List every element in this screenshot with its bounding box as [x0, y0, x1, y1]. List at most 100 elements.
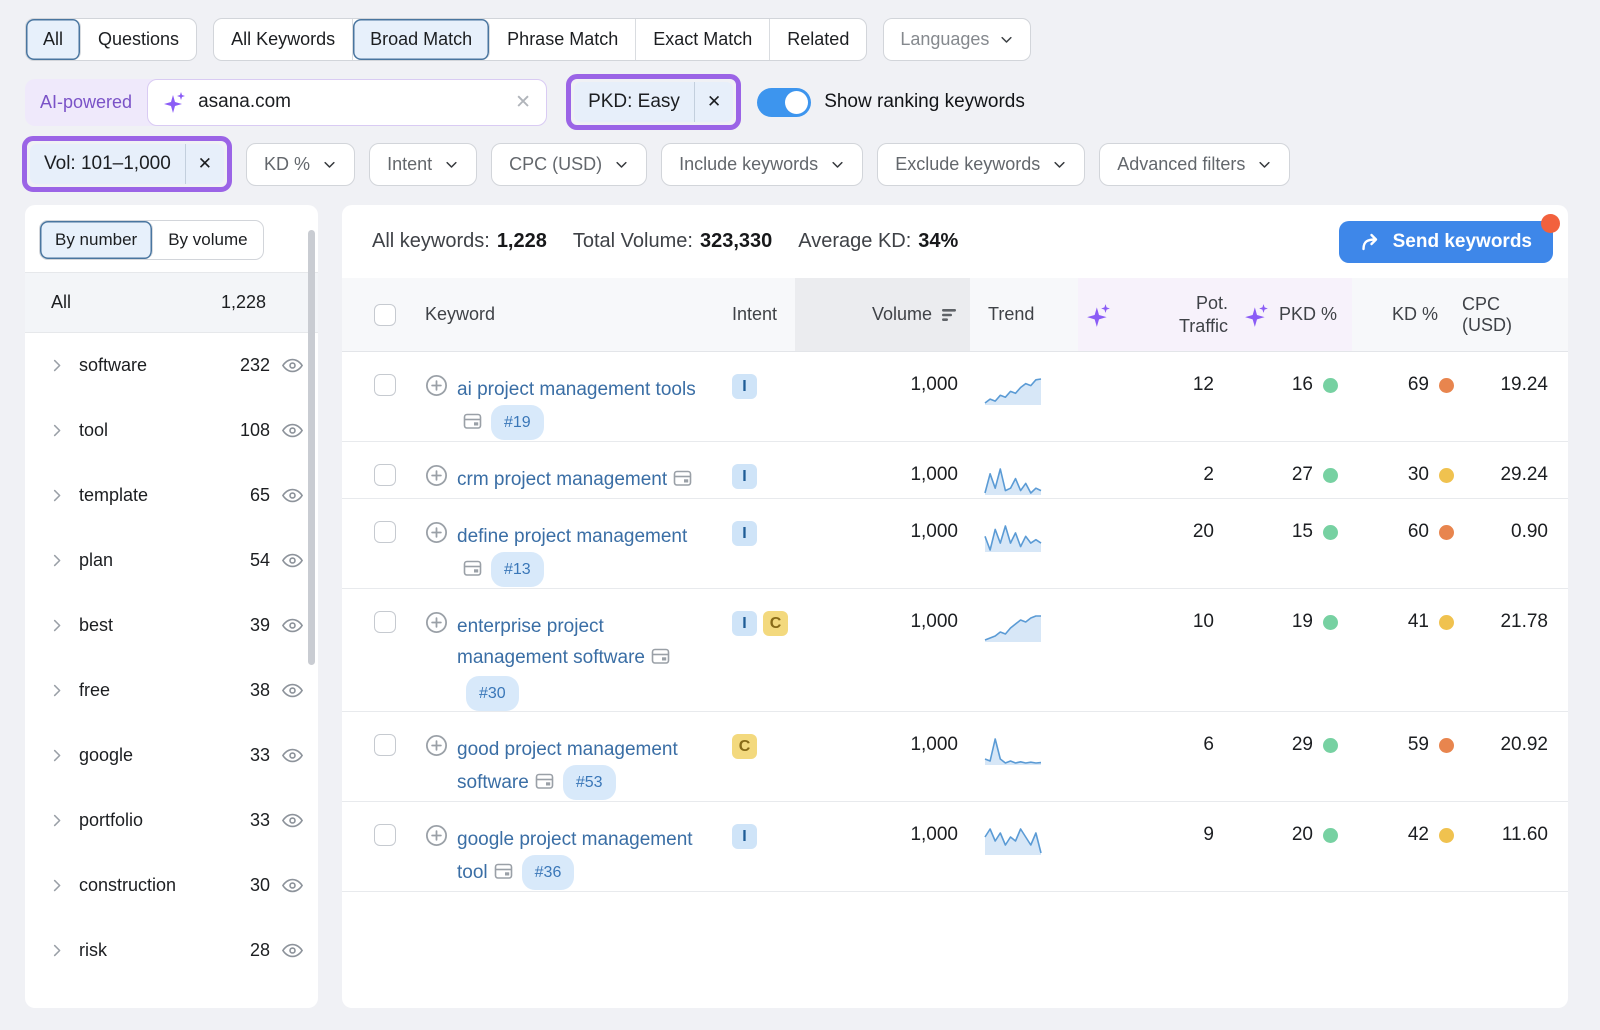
select-all-checkbox[interactable] [374, 304, 396, 326]
tab-all[interactable]: All [26, 19, 81, 60]
eye-icon[interactable] [281, 484, 304, 507]
group-row-software[interactable]: software232 [25, 333, 318, 398]
add-keyword-icon[interactable] [425, 734, 448, 762]
header-pkd[interactable]: PKD % [1240, 278, 1352, 351]
header-cpc[interactable]: CPC (USD) [1462, 278, 1568, 351]
keyword-link[interactable]: define project management [457, 526, 687, 547]
row-checkbox[interactable] [374, 824, 396, 846]
table-row: good project management software#53C1,00… [342, 712, 1568, 802]
cpc-cell: 21.78 [1462, 589, 1568, 633]
keyword-link[interactable]: enterprise project management software [457, 616, 645, 668]
eye-icon[interactable] [281, 809, 304, 832]
serp-features-icon[interactable] [651, 645, 670, 676]
row-checkbox[interactable] [374, 464, 396, 486]
group-row-construction[interactable]: construction30 [25, 853, 318, 918]
eye-icon[interactable] [281, 744, 304, 767]
filter-dropdown-intent[interactable]: Intent [369, 143, 477, 186]
group-row-risk[interactable]: risk28 [25, 918, 318, 983]
group-row-template[interactable]: template65 [25, 463, 318, 528]
remove-pkd-filter-icon[interactable]: ✕ [694, 82, 733, 122]
volume-cell: 1,000 [795, 499, 970, 543]
group-row-plan[interactable]: plan54 [25, 528, 318, 593]
remove-volume-filter-icon[interactable]: ✕ [185, 144, 224, 184]
kd-value: 42 [1408, 824, 1429, 846]
keyword-link[interactable]: crm project management [457, 469, 667, 490]
kd-difficulty-dot [1439, 738, 1454, 753]
ranking-position-badge[interactable]: #13 [491, 552, 544, 587]
serp-features-icon[interactable] [463, 557, 482, 588]
filter-dropdown-exclude-keywords[interactable]: Exclude keywords [877, 143, 1085, 186]
tab-questions[interactable]: Questions [81, 19, 196, 60]
keyword-link[interactable]: ai project management tools [457, 379, 696, 400]
chevron-right-icon [49, 487, 66, 504]
tab-related[interactable]: Related [770, 19, 866, 60]
kd-cell: 69 [1352, 352, 1462, 396]
keyword-cell: crm project management [425, 442, 715, 498]
header-pot-traffic[interactable]: Pot.Traffic [1078, 278, 1240, 351]
tab-exact-match[interactable]: Exact Match [636, 19, 770, 60]
filter-dropdown-kd-[interactable]: KD % [246, 143, 355, 186]
header-volume[interactable]: Volume [795, 278, 970, 351]
pot-traffic-cell: 20 [1078, 499, 1240, 543]
group-row-portfolio[interactable]: portfolio33 [25, 788, 318, 853]
serp-features-icon[interactable] [463, 410, 482, 441]
group-all-row[interactable]: All 1,228 [25, 272, 318, 333]
serp-features-icon[interactable] [494, 860, 513, 891]
show-ranking-toggle[interactable] [757, 88, 811, 117]
eye-icon[interactable] [281, 679, 304, 702]
chevron-right-icon [49, 682, 66, 699]
add-keyword-icon[interactable] [425, 824, 448, 852]
eye-icon[interactable] [281, 939, 304, 962]
ranking-position-badge[interactable]: #36 [522, 855, 575, 890]
serp-features-icon[interactable] [535, 770, 554, 801]
tab-broad-match[interactable]: Broad Match [353, 19, 490, 60]
add-keyword-icon[interactable] [425, 374, 448, 402]
row-checkbox-cell [342, 352, 425, 396]
chevron-down-icon [322, 157, 337, 172]
row-checkbox[interactable] [374, 734, 396, 756]
filter-dropdown-advanced-filters[interactable]: Advanced filters [1099, 143, 1290, 186]
group-row-best[interactable]: best39 [25, 593, 318, 658]
sidebar-tab-by-number[interactable]: By number [40, 221, 153, 259]
keyword-link[interactable]: google project management tool [457, 829, 693, 883]
eye-icon[interactable] [281, 874, 304, 897]
eye-icon[interactable] [281, 549, 304, 572]
header-trend[interactable]: Trend [970, 278, 1078, 351]
clear-search-icon[interactable]: ✕ [515, 91, 531, 114]
serp-features-icon[interactable] [673, 467, 692, 498]
sidebar-tab-by-volume[interactable]: By volume [153, 221, 262, 259]
eye-icon[interactable] [281, 419, 304, 442]
send-keywords-button[interactable]: Send keywords [1339, 221, 1553, 263]
search-input[interactable]: asana.com ✕ [147, 79, 547, 126]
show-ranking-label: Show ranking keywords [824, 91, 1025, 113]
ranking-position-badge[interactable]: #19 [491, 405, 544, 440]
header-intent[interactable]: Intent [715, 278, 795, 351]
group-row-tool[interactable]: tool108 [25, 398, 318, 463]
filter-dropdown-cpc-usd-[interactable]: CPC (USD) [491, 143, 647, 186]
row-checkbox[interactable] [374, 521, 396, 543]
row-checkbox[interactable] [374, 374, 396, 396]
group-row-google[interactable]: google33 [25, 723, 318, 788]
group-row-free[interactable]: free38 [25, 658, 318, 723]
ranking-position-badge[interactable]: #30 [466, 676, 519, 711]
ranking-position-badge[interactable]: #53 [563, 765, 616, 800]
header-kd[interactable]: KD % [1352, 278, 1462, 351]
volume-chip-label: Vol: 101–1,000 [30, 153, 185, 175]
filter-dropdown-label: KD % [264, 154, 310, 175]
eye-icon[interactable] [281, 354, 304, 377]
add-keyword-icon[interactable] [425, 464, 448, 492]
eye-icon[interactable] [281, 614, 304, 637]
sparkle-icon [1086, 302, 1112, 328]
tab-phrase-match[interactable]: Phrase Match [490, 19, 636, 60]
languages-dropdown[interactable]: Languages [883, 18, 1031, 61]
filter-dropdown-include-keywords[interactable]: Include keywords [661, 143, 863, 186]
chevron-right-icon [49, 357, 66, 374]
add-keyword-icon[interactable] [425, 521, 448, 549]
pkd-easy-chip[interactable]: PKD: Easy ✕ [574, 82, 733, 122]
header-keyword[interactable]: Keyword [425, 278, 715, 351]
add-keyword-icon[interactable] [425, 611, 448, 639]
row-checkbox[interactable] [374, 611, 396, 633]
volume-chip[interactable]: Vol: 101–1,000 ✕ [30, 144, 224, 184]
tab-all-keywords[interactable]: All Keywords [214, 19, 353, 60]
sidebar-scrollbar[interactable] [308, 230, 315, 665]
